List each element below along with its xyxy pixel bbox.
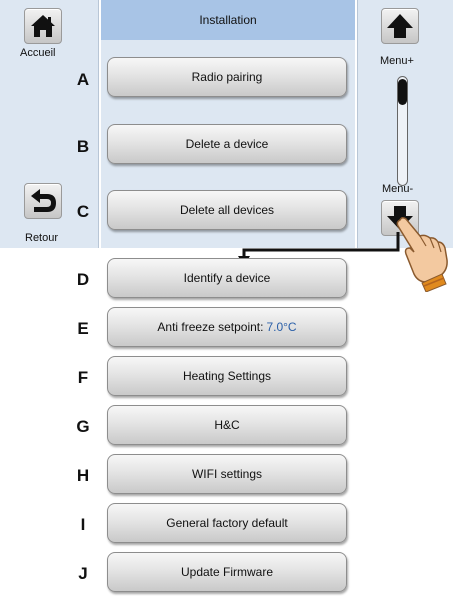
delete-all-devices-button[interactable]: Delete all devices <box>107 190 347 230</box>
update-firmware-button[interactable]: Update Firmware <box>107 552 347 592</box>
pointing-hand-icon <box>396 216 448 292</box>
wifi-settings-label: WIFI settings <box>191 467 262 481</box>
item-letter-i: I <box>80 515 86 534</box>
identify-device-button[interactable]: Identify a device <box>107 258 347 298</box>
delete-device-button[interactable]: Delete a device <box>107 124 347 164</box>
anti-freeze-label: Anti freeze setpoint: <box>157 320 264 334</box>
heating-settings-button[interactable]: Heating Settings <box>107 356 347 396</box>
factory-default-button[interactable]: General factory default <box>107 503 347 543</box>
update-firmware-label: Update Firmware <box>180 565 274 579</box>
factory-default-label: General factory default <box>166 516 288 530</box>
delete-device-label: Delete a device <box>185 137 269 151</box>
identify-device-label: Identify a device <box>183 271 271 285</box>
item-letter-d: D <box>76 270 90 289</box>
radio-pairing-label: Radio pairing <box>191 70 263 84</box>
radio-pairing-button[interactable]: Radio pairing <box>107 57 347 97</box>
item-letter-j: J <box>78 564 88 583</box>
delete-all-devices-label: Delete all devices <box>179 203 275 217</box>
item-letter-h: H <box>76 466 90 485</box>
h-and-c-button[interactable]: H&C <box>107 405 347 445</box>
item-letter-e: E <box>77 319 89 338</box>
anti-freeze-button[interactable]: Anti freeze setpoint: 7.0°C <box>107 307 347 347</box>
wifi-settings-button[interactable]: WIFI settings <box>107 454 347 494</box>
item-letter-f: F <box>77 368 89 387</box>
item-letter-g: G <box>76 417 90 436</box>
anti-freeze-value: 7.0°C <box>266 320 297 334</box>
item-letter-b: B <box>76 137 90 156</box>
heating-settings-label: Heating Settings <box>182 369 272 383</box>
item-letter-a: A <box>76 70 90 89</box>
h-and-c-label: H&C <box>214 418 240 432</box>
item-letter-c: C <box>76 202 90 221</box>
